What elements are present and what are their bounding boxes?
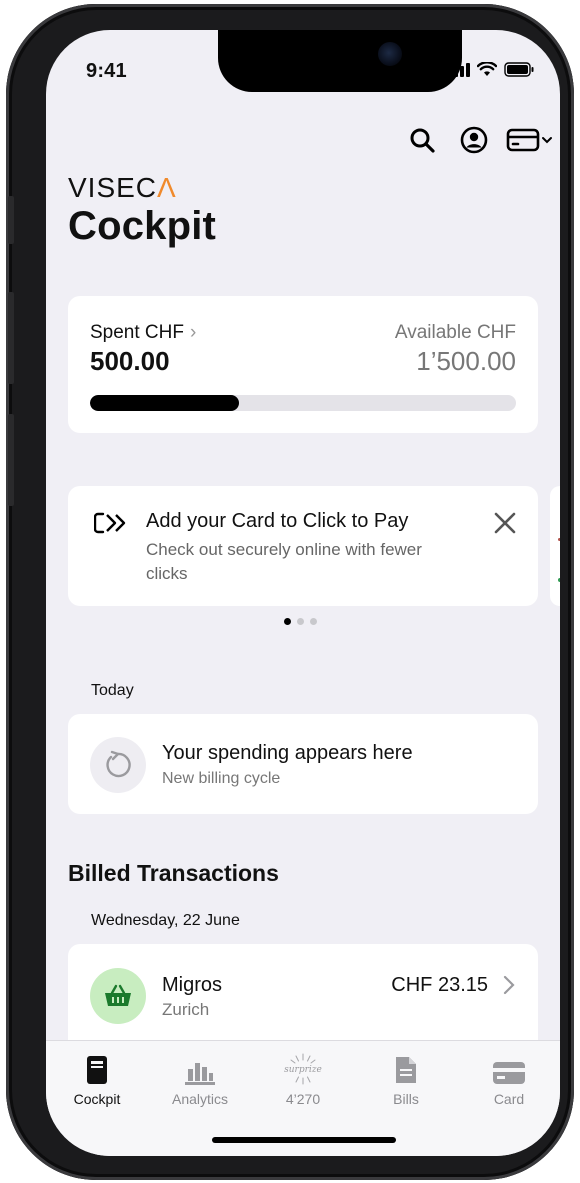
- tab-surprize[interactable]: surprize 4’270: [252, 1041, 354, 1121]
- empty-state-title: Your spending appears here: [162, 742, 413, 764]
- tab-bills[interactable]: Bills: [355, 1041, 457, 1121]
- bills-icon: [396, 1057, 416, 1083]
- volume-down-button: [8, 414, 14, 506]
- billed-transactions-title: Billed Transactions: [68, 860, 279, 886]
- pager-dot[interactable]: [284, 618, 291, 625]
- spending-card[interactable]: Spent CHF › 500.00 Available CHF 1’500.00: [68, 296, 538, 433]
- refresh-icon: [90, 737, 146, 793]
- brand-logo-accent: Λ: [157, 172, 177, 203]
- cockpit-icon: [87, 1056, 107, 1084]
- basket-icon: [90, 968, 146, 1024]
- brand-logo: VISECΛ: [68, 172, 177, 204]
- volume-up-button: [8, 292, 14, 384]
- wifi-icon: [477, 62, 497, 76]
- spending-progress-bar: [90, 395, 516, 411]
- home-indicator: [212, 1137, 396, 1143]
- available-label: Available CHF: [394, 322, 516, 343]
- peek-dot: [558, 538, 560, 541]
- profile-button[interactable]: [448, 120, 500, 160]
- card-switch-button[interactable]: [500, 120, 560, 160]
- front-camera: [378, 42, 402, 66]
- chevron-right-icon: ›: [189, 322, 197, 343]
- promo-subtitle: Check out securely online with fewer cli…: [146, 540, 422, 583]
- tab-card-label: Card: [493, 1091, 525, 1107]
- card-switch-icon: [506, 128, 552, 152]
- pager-dot[interactable]: [297, 618, 304, 625]
- close-icon[interactable]: [492, 510, 518, 536]
- page-title: Cockpit: [68, 204, 217, 248]
- today-section-label: Today: [91, 682, 134, 699]
- tab-card[interactable]: Card: [458, 1041, 560, 1121]
- promo-pager-dots[interactable]: [284, 618, 317, 625]
- phone-frame: 9:41 VISECΛ Cockpit Spent CHF › 500.00 A…: [6, 4, 574, 1180]
- click-to-pay-icon: [94, 512, 126, 534]
- transaction-amount: CHF 23.15: [391, 974, 488, 996]
- spent-value: 500.00: [90, 346, 170, 376]
- spent-label: Spent CHF: [90, 322, 184, 343]
- next-promo-card-peek[interactable]: [550, 486, 560, 606]
- tab-bills-label: Bills: [393, 1091, 419, 1107]
- spending-progress-fill: [90, 395, 240, 411]
- today-empty-state-card: Your spending appears here New billing c…: [68, 714, 538, 814]
- status-icons: [448, 62, 534, 77]
- top-actions: [396, 120, 560, 160]
- notch: [218, 30, 462, 92]
- transaction-date-label: Wednesday, 22 June: [91, 912, 240, 929]
- surprize-icon: surprize: [284, 1053, 322, 1085]
- peek-dot: [558, 578, 560, 582]
- brand-logo-text: VISEC: [68, 172, 158, 203]
- empty-state-subtitle: New billing cycle: [162, 770, 281, 787]
- surprize-icon-text: surprize: [284, 1065, 322, 1075]
- app-screen: 9:41 VISECΛ Cockpit Spent CHF › 500.00 A…: [46, 30, 560, 1156]
- battery-icon: [504, 62, 534, 77]
- search-icon: [410, 128, 435, 153]
- signal-icon: [448, 62, 470, 77]
- analytics-icon: [185, 1063, 215, 1085]
- tab-analytics-label: Analytics: [171, 1091, 229, 1107]
- mute-switch: [8, 196, 14, 244]
- tab-cockpit[interactable]: Cockpit: [46, 1041, 148, 1121]
- promo-title: Add your Card to Click to Pay: [146, 510, 409, 532]
- chevron-right-icon: [503, 975, 515, 995]
- search-button[interactable]: [396, 120, 448, 160]
- available-value: 1’500.00: [416, 346, 516, 376]
- transaction-merchant: Migros: [162, 974, 223, 996]
- tab-cockpit-label: Cockpit: [73, 1091, 121, 1107]
- spent-label-row[interactable]: Spent CHF ›: [90, 322, 196, 344]
- pager-dot[interactable]: [310, 618, 317, 625]
- profile-icon: [460, 126, 488, 154]
- card-icon: [493, 1062, 525, 1084]
- tab-surprize-label: 4’270: [285, 1091, 321, 1107]
- transaction-city: Zurich: [162, 1000, 210, 1019]
- tab-analytics[interactable]: Analytics: [149, 1041, 251, 1121]
- click-to-pay-promo-card[interactable]: Add your Card to Click to Pay Check out …: [68, 486, 538, 606]
- status-time: 9:41: [86, 60, 127, 82]
